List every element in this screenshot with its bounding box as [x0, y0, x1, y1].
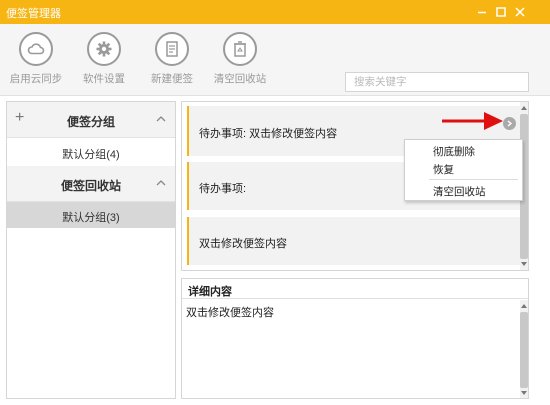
detail-scrollbar[interactable]	[520, 300, 528, 398]
note-text: 待办事项: 双击修改便签内容	[199, 128, 338, 140]
group-header-recycle-bin[interactable]: 便签回收站	[7, 166, 175, 202]
cloud-sync-label: 启用云同步	[9, 73, 63, 85]
menu-separator	[429, 179, 518, 180]
scroll-down-icon[interactable]	[520, 389, 528, 397]
toolbar: 启用云同步 软件设置 新建便签 清空回收站 搜索关键字	[0, 24, 550, 96]
group-header-notes[interactable]: + 便签分组	[7, 102, 175, 138]
detail-content[interactable]: 双击修改便签内容	[182, 299, 528, 325]
settings-label: 软件设置	[83, 73, 125, 85]
context-menu: 彻底删除 恢复 清空回收站	[404, 139, 523, 201]
chevron-up-icon[interactable]	[155, 177, 167, 189]
chevron-up-icon[interactable]	[155, 113, 167, 125]
search-input[interactable]	[345, 72, 529, 92]
menu-item-empty-recycle-bin[interactable]: 清空回收站	[433, 184, 486, 199]
group-title: 便签回收站	[60, 179, 121, 193]
cloud-sync-button[interactable]: 启用云同步	[4, 32, 68, 86]
group-item-label: 默认分组(3)	[62, 212, 120, 224]
gear-icon	[96, 41, 112, 57]
settings-button[interactable]: 软件设置	[72, 32, 136, 86]
new-note-button[interactable]: 新建便签	[140, 32, 204, 86]
group-item-label: 默认分组(4)	[62, 149, 120, 161]
recycle-bin-icon	[234, 41, 246, 57]
restore-icon[interactable]	[493, 4, 509, 20]
scroll-down-icon[interactable]	[520, 260, 528, 268]
window-title: 便签管理器	[6, 8, 61, 20]
note-options-icon[interactable]	[503, 117, 516, 130]
note-text: 双击修改便签内容	[199, 238, 287, 250]
menu-item-restore[interactable]: 恢复	[433, 162, 454, 177]
red-arrow-icon	[442, 112, 503, 130]
note-text: 待办事项:	[199, 183, 247, 195]
cloud-icon	[27, 43, 45, 55]
minimize-icon[interactable]	[474, 4, 490, 20]
group-title: 便签分组	[66, 115, 115, 129]
note-card[interactable]: 双击修改便签内容	[187, 217, 524, 265]
detail-header: 详细内容	[182, 279, 528, 299]
empty-recycle-bin-button[interactable]: 清空回收站	[208, 32, 272, 86]
scroll-up-icon[interactable]	[520, 302, 528, 310]
scrollbar-thumb[interactable]	[520, 312, 528, 388]
new-note-icon	[166, 41, 178, 57]
recycle-group-item-default[interactable]: 默认分组(3)	[7, 202, 175, 228]
group-item-default[interactable]: 默认分组(4)	[7, 139, 175, 165]
scroll-up-icon[interactable]	[520, 104, 528, 112]
detail-panel: 详细内容 双击修改便签内容	[181, 278, 529, 399]
title-bar: 便签管理器	[0, 0, 550, 24]
new-note-label: 新建便签	[151, 73, 193, 85]
empty-recycle-bin-label: 清空回收站	[213, 73, 267, 85]
group-sidebar: + 便签分组 默认分组(4) 便签回收站 默认分组(3)	[6, 101, 176, 399]
close-icon[interactable]	[512, 4, 528, 20]
menu-item-delete-permanently[interactable]: 彻底删除	[433, 144, 475, 159]
